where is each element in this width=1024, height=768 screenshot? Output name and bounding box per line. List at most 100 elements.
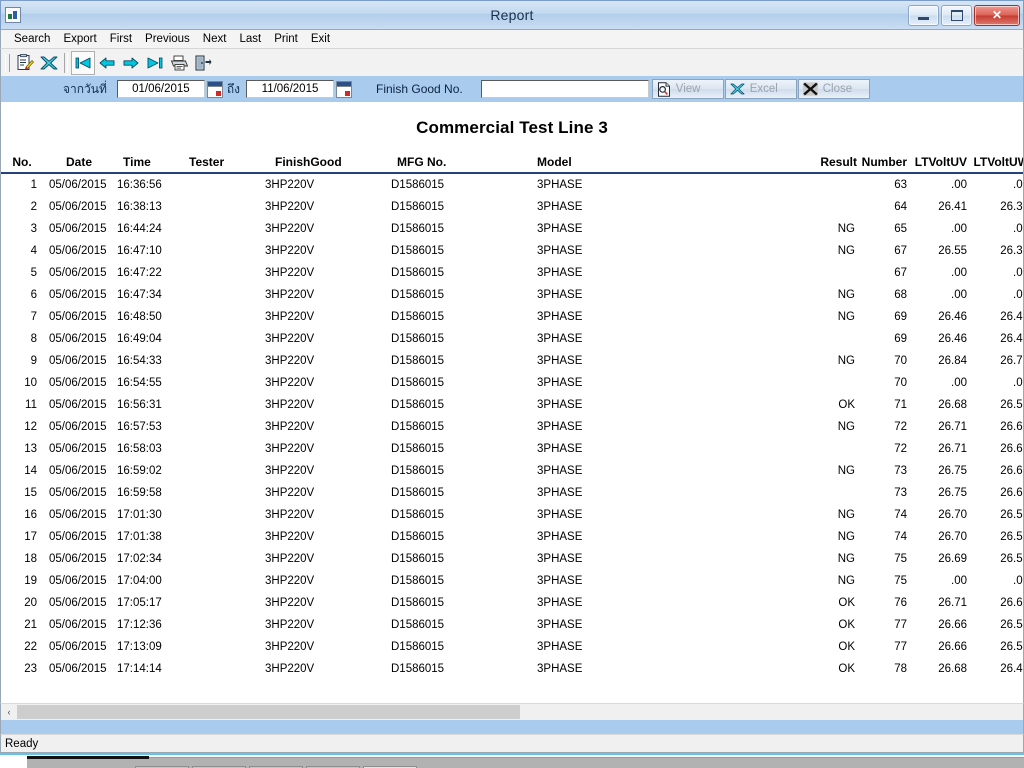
- cell-mfgno: D1586015: [391, 531, 445, 543]
- cell-time: 16:47:22: [117, 267, 162, 279]
- cell-date: 05/06/2015: [49, 597, 107, 609]
- toolbar-last-button[interactable]: [143, 51, 167, 75]
- cell-ltvoltuv: 26.70: [938, 509, 967, 521]
- table-row[interactable]: 21 05/06/2015 17:12:36 3HP220V D1586015 3PHAS…: [1, 614, 1023, 636]
- excel-button[interactable]: Excel: [724, 79, 797, 99]
- toolbar-print-button[interactable]: [167, 51, 191, 75]
- maximize-button[interactable]: [941, 4, 972, 26]
- menu-item-next[interactable]: Next: [197, 32, 234, 46]
- cell-time: 16:54:55: [117, 377, 162, 389]
- table-row[interactable]: 19 05/06/2015 17:04:00 3HP220V D1586015 3PHAS…: [1, 570, 1023, 592]
- table-row[interactable]: 16 05/06/2015 17:01:30 3HP220V D1586015 3PHAS…: [1, 504, 1023, 526]
- window-title: Report: [490, 7, 534, 23]
- cell-time: 16:36:56: [117, 179, 162, 191]
- table-row[interactable]: 5 05/06/2015 16:47:22 3HP220V D1586015 3PHASE…: [1, 262, 1023, 284]
- column-header-finishgood[interactable]: FinishGood: [265, 155, 391, 174]
- toolbar-exit-button[interactable]: [191, 51, 215, 75]
- cell-date: 05/06/2015: [49, 641, 107, 653]
- menu-item-export[interactable]: Export: [57, 32, 103, 46]
- cell-time: 16:47:10: [117, 245, 162, 257]
- cell-time: 17:02:34: [117, 553, 162, 565]
- toolbar-previous-button[interactable]: [95, 51, 119, 75]
- cell-finishgood: 3HP220V: [265, 663, 315, 675]
- menu-item-exit[interactable]: Exit: [305, 32, 337, 46]
- cell-no: 3: [30, 223, 37, 235]
- taskbar-start-area[interactable]: [27, 756, 149, 759]
- minimize-icon: [909, 6, 938, 25]
- close-button[interactable]: ✕: [974, 4, 1020, 26]
- scroll-thumb[interactable]: [17, 705, 520, 719]
- cell-time: 16:59:02: [117, 465, 162, 477]
- cell-time: 16:59:58: [117, 487, 162, 499]
- table-row[interactable]: 4 05/06/2015 16:47:10 3HP220V D1586015 3PHASE…: [1, 240, 1023, 262]
- table-row[interactable]: 7 05/06/2015 16:48:50 3HP220V D1586015 3PHASE…: [1, 306, 1023, 328]
- table-row[interactable]: 9 05/06/2015 16:54:33 3HP220V D1586015 3PHASE…: [1, 350, 1023, 372]
- table-row[interactable]: 6 05/06/2015 16:47:34 3HP220V D1586015 3PHASE…: [1, 284, 1023, 306]
- toolbar-first-button[interactable]: [71, 50, 95, 75]
- table-row[interactable]: 17 05/06/2015 17:01:38 3HP220V D1586015 3PHAS…: [1, 526, 1023, 548]
- cell-tester: [179, 240, 265, 262]
- cell-date: 05/06/2015: [49, 421, 107, 433]
- table-row[interactable]: 14 05/06/2015 16:59:02 3HP220V D1586015 3PHAS…: [1, 460, 1023, 482]
- cell-mfgno: D1586015: [391, 619, 445, 631]
- cell-time: 17:05:17: [117, 597, 162, 609]
- column-header-ltvoltuw[interactable]: LTVoltUW: [967, 155, 1023, 174]
- column-header-mfgno[interactable]: MFG No.: [391, 155, 537, 174]
- toolbar-next-button[interactable]: [119, 51, 143, 75]
- table-row[interactable]: 23 05/06/2015 17:14:14 3HP220V D1586015 3PHAS…: [1, 658, 1023, 680]
- toolbar-excel-button[interactable]: [37, 51, 61, 75]
- column-header-model[interactable]: Model: [537, 155, 809, 174]
- scroll-track[interactable]: [17, 704, 1023, 720]
- view-button[interactable]: View: [651, 79, 724, 99]
- cell-ltvoltuv: 26.66: [938, 619, 967, 631]
- table-row[interactable]: 2 05/06/2015 16:38:13 3HP220V D1586015 3PHASE…: [1, 196, 1023, 218]
- column-header-date[interactable]: Date: [43, 155, 115, 174]
- table-row[interactable]: 13 05/06/2015 16:58:03 3HP220V D1586015 3PHAS…: [1, 438, 1023, 460]
- table-row[interactable]: 10 05/06/2015 16:54:55 3HP220V D1586015 3PHAS…: [1, 372, 1023, 394]
- cell-model: 3PHASE: [537, 399, 583, 411]
- to-date-calendar-button[interactable]: [336, 80, 353, 98]
- table-row[interactable]: 3 05/06/2015 16:44:24 3HP220V D1586015 3PHASE…: [1, 218, 1023, 240]
- cell-mfgno: D1586015: [391, 377, 445, 389]
- cell-finishgood: 3HP220V: [265, 619, 315, 631]
- table-row[interactable]: 22 05/06/2015 17:13:09 3HP220V D1586015 3PHAS…: [1, 636, 1023, 658]
- table-row[interactable]: 12 05/06/2015 16:57:53 3HP220V D1586015 3PHAS…: [1, 416, 1023, 438]
- column-header-time[interactable]: Time: [115, 155, 179, 174]
- column-header-no[interactable]: No.: [1, 155, 43, 174]
- first-record-icon: [74, 56, 92, 70]
- column-header-ltvoltuv[interactable]: LTVoltUV: [907, 155, 967, 174]
- column-header-tester[interactable]: Tester: [179, 155, 265, 174]
- table-row[interactable]: 15 05/06/2015 16:59:58 3HP220V D1586015 3PHAS…: [1, 482, 1023, 504]
- table-row[interactable]: 1 05/06/2015 16:36:56 3HP220V D1586015 3PHASE…: [1, 173, 1023, 196]
- cell-model: 3PHASE: [537, 531, 583, 543]
- close-report-button[interactable]: Close: [797, 79, 870, 99]
- minimize-button[interactable]: [908, 4, 939, 26]
- menu-item-first[interactable]: First: [104, 32, 139, 46]
- to-date-label: ถึง: [226, 81, 241, 96]
- to-date-input[interactable]: [246, 80, 335, 98]
- menu-item-last[interactable]: Last: [233, 32, 268, 46]
- cell-tester: [179, 658, 265, 680]
- menu-item-print[interactable]: Print: [268, 32, 305, 46]
- from-date-calendar-button[interactable]: [206, 80, 223, 98]
- cell-ltvoltuw: 26.54: [1000, 641, 1023, 653]
- cell-model: 3PHASE: [537, 201, 583, 213]
- cell-number: 64: [894, 201, 907, 213]
- toolbar-search-button[interactable]: [13, 51, 37, 75]
- table-row[interactable]: 8 05/06/2015 16:49:04 3HP220V D1586015 3PHASE…: [1, 328, 1023, 350]
- column-header-result[interactable]: Result: [809, 155, 861, 174]
- table-row[interactable]: 20 05/06/2015 17:05:17 3HP220V D1586015 3PHAS…: [1, 592, 1023, 614]
- exit-icon: [194, 55, 212, 71]
- table-row[interactable]: 18 05/06/2015 17:02:34 3HP220V D1586015 3PHAS…: [1, 548, 1023, 570]
- scroll-left-arrow-icon[interactable]: ‹: [1, 704, 17, 720]
- cell-tester: [179, 262, 265, 284]
- cell-no: 13: [24, 443, 37, 455]
- horizontal-scrollbar[interactable]: ‹: [0, 703, 1024, 720]
- menu-item-search[interactable]: Search: [8, 32, 57, 46]
- from-date-input[interactable]: [116, 80, 205, 98]
- finish-good-input[interactable]: [480, 80, 649, 98]
- menu-item-previous[interactable]: Previous: [139, 32, 197, 46]
- cell-result: OK: [838, 399, 855, 411]
- column-header-number[interactable]: Number: [861, 155, 907, 174]
- table-row[interactable]: 11 05/06/2015 16:56:31 3HP220V D1586015 3PHAS…: [1, 394, 1023, 416]
